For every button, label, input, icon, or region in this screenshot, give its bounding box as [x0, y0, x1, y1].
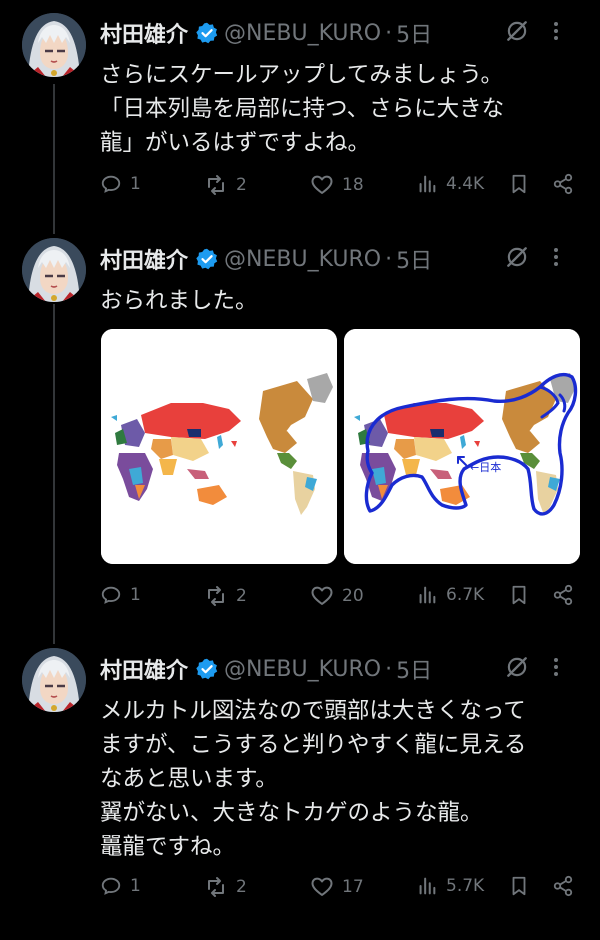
grok-icon[interactable]	[504, 244, 530, 276]
timestamp[interactable]: 5日	[396, 17, 432, 49]
like-count: 17	[342, 877, 364, 897]
heart-icon	[310, 584, 334, 608]
tweet-1[interactable]: 村田雄介 @NEBU_KURO · 5日 さらにスケールアップしてみましょう。 …	[0, 0, 600, 230]
repost-count: 2	[236, 586, 247, 606]
avatar[interactable]	[22, 238, 86, 302]
separator: ·	[385, 246, 393, 272]
view-count: 6.7K	[446, 585, 485, 605]
avatar[interactable]	[22, 13, 86, 77]
grok-icon[interactable]	[504, 18, 530, 50]
repost-button[interactable]: 2	[204, 875, 247, 899]
tweet-header: 村田雄介 @NEBU_KURO · 5日	[100, 242, 580, 276]
reply-icon	[100, 173, 122, 195]
reply-count: 1	[130, 585, 141, 605]
separator: ·	[385, 656, 393, 682]
reply-button[interactable]: 1	[100, 173, 141, 195]
share-button[interactable]	[552, 875, 582, 897]
tweet-text: おられました。	[100, 288, 258, 314]
like-count: 18	[342, 175, 364, 195]
bookmark-icon	[508, 173, 530, 195]
verified-badge-icon	[196, 22, 218, 44]
action-bar: 1 2 20 6.7K	[100, 584, 582, 612]
like-button[interactable]: 17	[310, 875, 364, 899]
views-button[interactable]: 6.7K	[416, 584, 484, 606]
heart-icon	[310, 173, 334, 197]
dragon-annotation: ←日本	[470, 460, 501, 474]
bookmark-icon	[508, 875, 530, 897]
media-image-world-map[interactable]	[101, 329, 337, 564]
repost-button[interactable]: 2	[204, 173, 247, 197]
action-bar: 1 2 17 5.7K	[100, 875, 582, 903]
share-button[interactable]	[552, 173, 582, 195]
timestamp[interactable]: 5日	[396, 653, 432, 685]
reply-count: 1	[130, 876, 141, 896]
repost-icon	[204, 875, 228, 899]
reply-button[interactable]: 1	[100, 875, 141, 897]
avatar[interactable]	[22, 648, 86, 712]
views-icon	[416, 173, 438, 195]
tweet-header: 村田雄介 @NEBU_KURO · 5日	[100, 16, 580, 50]
author-handle[interactable]: @NEBU_KURO	[224, 247, 381, 272]
share-icon	[552, 173, 574, 195]
like-button[interactable]: 20	[310, 584, 364, 608]
repost-icon	[204, 584, 228, 608]
bookmark-button[interactable]	[508, 875, 538, 897]
timestamp[interactable]: 5日	[396, 243, 432, 275]
author-name[interactable]: 村田雄介	[100, 653, 188, 685]
reply-count: 1	[130, 174, 141, 194]
author-name[interactable]: 村田雄介	[100, 243, 188, 275]
share-icon	[552, 584, 574, 606]
bookmark-button[interactable]	[508, 173, 538, 195]
repost-button[interactable]: 2	[204, 584, 247, 608]
reply-button[interactable]: 1	[100, 584, 141, 606]
like-button[interactable]: 18	[310, 173, 364, 197]
like-count: 20	[342, 586, 364, 606]
author-name[interactable]: 村田雄介	[100, 17, 188, 49]
share-button[interactable]	[552, 584, 582, 606]
author-handle[interactable]: @NEBU_KURO	[224, 21, 381, 46]
repost-count: 2	[236, 175, 247, 195]
reply-icon	[100, 875, 122, 897]
more-icon[interactable]	[544, 654, 568, 686]
bookmark-button[interactable]	[508, 584, 538, 606]
tweet-text: メルカトル図法なので頭部は大きくなって ますが、こうすると判りやすく龍に見える …	[100, 698, 527, 860]
tweet-header: 村田雄介 @NEBU_KURO · 5日	[100, 652, 580, 686]
views-button[interactable]: 4.4K	[416, 173, 484, 195]
tweet-3[interactable]: 村田雄介 @NEBU_KURO · 5日 メルカトル図法なので頭部は大きくなって…	[0, 640, 600, 940]
separator: ·	[385, 20, 393, 46]
more-icon[interactable]	[544, 18, 568, 50]
verified-badge-icon	[196, 248, 218, 270]
repost-count: 2	[236, 877, 247, 897]
more-icon[interactable]	[544, 244, 568, 276]
repost-icon	[204, 173, 228, 197]
view-count: 5.7K	[446, 876, 485, 896]
reply-icon	[100, 584, 122, 606]
author-handle[interactable]: @NEBU_KURO	[224, 657, 381, 682]
tweet-text: さらにスケールアップしてみましょう。 「日本列島を局部に持つ、さらに大きな 龍」…	[100, 62, 505, 156]
views-button[interactable]: 5.7K	[416, 875, 484, 897]
view-count: 4.4K	[446, 174, 485, 194]
verified-badge-icon	[196, 658, 218, 680]
media-image-dragon-map[interactable]: ←日本	[344, 329, 580, 564]
bookmark-icon	[508, 584, 530, 606]
views-icon	[416, 875, 438, 897]
grok-icon[interactable]	[504, 654, 530, 686]
action-bar: 1 2 18 4.4K	[100, 173, 582, 201]
share-icon	[552, 875, 574, 897]
views-icon	[416, 584, 438, 606]
heart-icon	[310, 875, 334, 899]
